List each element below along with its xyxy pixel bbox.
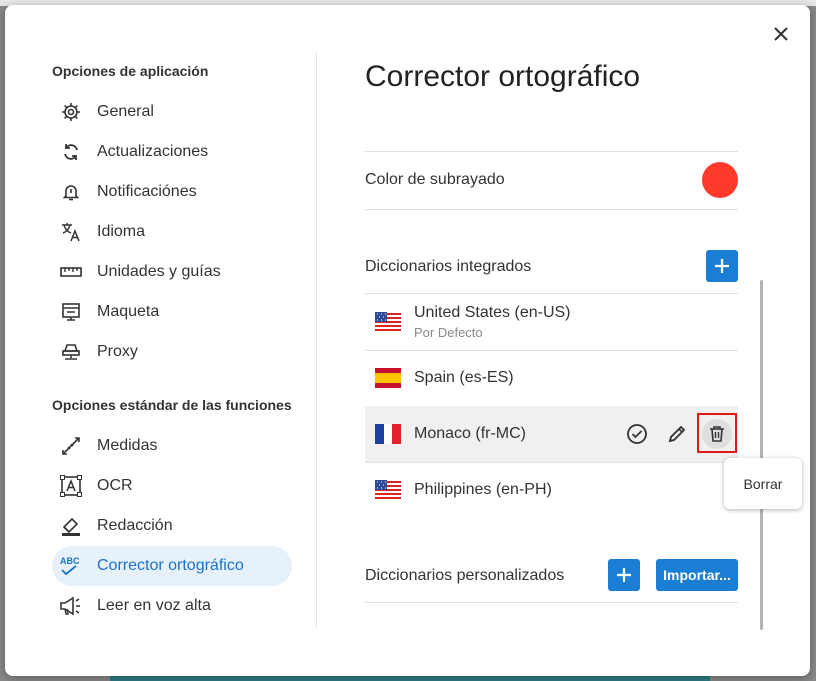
dictionary-name: Philippines (en-PH) xyxy=(414,481,552,498)
set-default-button[interactable] xyxy=(622,419,652,449)
sidebar-item-proxy[interactable]: Proxy xyxy=(52,332,292,372)
sidebar-item-read-aloud[interactable]: Leer en voz alta xyxy=(52,586,292,626)
sidebar-item-label: Actualizaciones xyxy=(97,143,209,160)
dictionary-row[interactable]: Monaco (fr-MC) xyxy=(365,406,738,462)
eraser-icon xyxy=(58,513,84,539)
underline-color-label: Color de subrayado xyxy=(365,171,505,188)
sidebar-item-measurements[interactable]: Medidas xyxy=(52,426,292,466)
flag-es-icon xyxy=(375,368,401,388)
sidebar-item-label: General xyxy=(97,103,154,120)
divider xyxy=(365,151,738,152)
sidebar-item-updates[interactable]: Actualizaciones xyxy=(52,132,292,172)
add-custom-dictionary-button[interactable] xyxy=(608,559,640,591)
page-title: Corrector ortográfico xyxy=(365,60,641,93)
megaphone-icon xyxy=(58,593,84,619)
proxy-icon xyxy=(58,339,84,365)
sidebar-item-label: OCR xyxy=(97,477,133,494)
dictionary-name: Spain (es-ES) xyxy=(414,369,514,386)
scrollbar[interactable] xyxy=(760,280,763,630)
close-icon xyxy=(774,27,788,41)
sidebar-item-label: Medidas xyxy=(97,437,158,454)
flag-fr-icon xyxy=(375,424,401,444)
sidebar-item-label: Idioma xyxy=(97,223,146,240)
bell-icon xyxy=(58,179,84,205)
sync-icon xyxy=(58,139,84,165)
sidebar-item-notifications[interactable]: Notificaciónes xyxy=(52,172,292,212)
plus-icon xyxy=(617,568,631,582)
translate-icon xyxy=(58,219,84,245)
plus-icon xyxy=(715,259,729,273)
background-strip xyxy=(110,676,710,681)
sidebar-item-general[interactable]: General xyxy=(52,92,292,132)
dictionary-row[interactable]: Philippines (en-PH) xyxy=(365,462,738,518)
delete-highlight-box xyxy=(697,413,737,453)
pencil-icon xyxy=(668,425,686,443)
sidebar-item-redaction[interactable]: Redacción xyxy=(52,506,292,546)
divider xyxy=(365,602,738,603)
dictionary-row[interactable]: United States (en-US) Por Defecto xyxy=(365,294,738,350)
edit-button[interactable] xyxy=(662,419,692,449)
import-button[interactable]: Importar... xyxy=(656,559,738,591)
gear-icon xyxy=(58,99,84,125)
dictionary-row[interactable]: Spain (es-ES) xyxy=(365,350,738,406)
sidebar-item-layout[interactable]: Maqueta xyxy=(52,292,292,332)
sidebar-item-units[interactable]: Unidades y guías xyxy=(52,252,292,292)
check-circle-icon xyxy=(627,424,647,444)
divider xyxy=(365,209,738,210)
sidebar-item-label: Maqueta xyxy=(97,303,160,320)
delete-tooltip: Borrar xyxy=(724,458,802,509)
flag-us-icon xyxy=(375,312,401,332)
sidebar-item-language[interactable]: Idioma xyxy=(52,212,292,252)
sidebar-item-label: Corrector ortográfico xyxy=(97,557,244,574)
app-options-title: Opciones de aplicación xyxy=(52,63,209,79)
sidebar-item-label: Redacción xyxy=(97,517,173,534)
dictionary-name: Monaco (fr-MC) xyxy=(414,425,527,442)
sidebar-item-label: Notificaciónes xyxy=(97,183,197,200)
sidebar-item-label: Leer en voz alta xyxy=(97,597,211,614)
features-options-title: Opciones estándar de las funciones xyxy=(52,397,292,413)
ocr-icon xyxy=(58,473,84,499)
custom-dictionaries-title: Diccionarios personalizados xyxy=(365,567,565,584)
layout-icon xyxy=(58,299,84,325)
add-builtin-dictionary-button[interactable] xyxy=(706,250,738,282)
flag-us-icon xyxy=(375,480,401,500)
measure-icon xyxy=(58,433,84,459)
ruler-icon xyxy=(58,259,84,285)
underline-color-swatch[interactable] xyxy=(702,162,738,198)
sidebar-item-label: Proxy xyxy=(97,343,138,360)
sidebar-item-spellcheck[interactable]: ABC Corrector ortográfico xyxy=(52,546,292,586)
sidebar-item-label: Unidades y guías xyxy=(97,263,221,280)
spellcheck-icon: ABC xyxy=(58,553,84,579)
sidebar-divider xyxy=(316,52,317,628)
close-button[interactable] xyxy=(767,20,795,48)
builtin-dictionaries-title: Diccionarios integrados xyxy=(365,258,532,275)
dictionary-name: United States (en-US) xyxy=(414,304,571,321)
dictionary-default-label: Por Defecto xyxy=(414,325,483,340)
sidebar-item-ocr[interactable]: OCR xyxy=(52,466,292,506)
svg-text:ABC: ABC xyxy=(60,556,80,566)
